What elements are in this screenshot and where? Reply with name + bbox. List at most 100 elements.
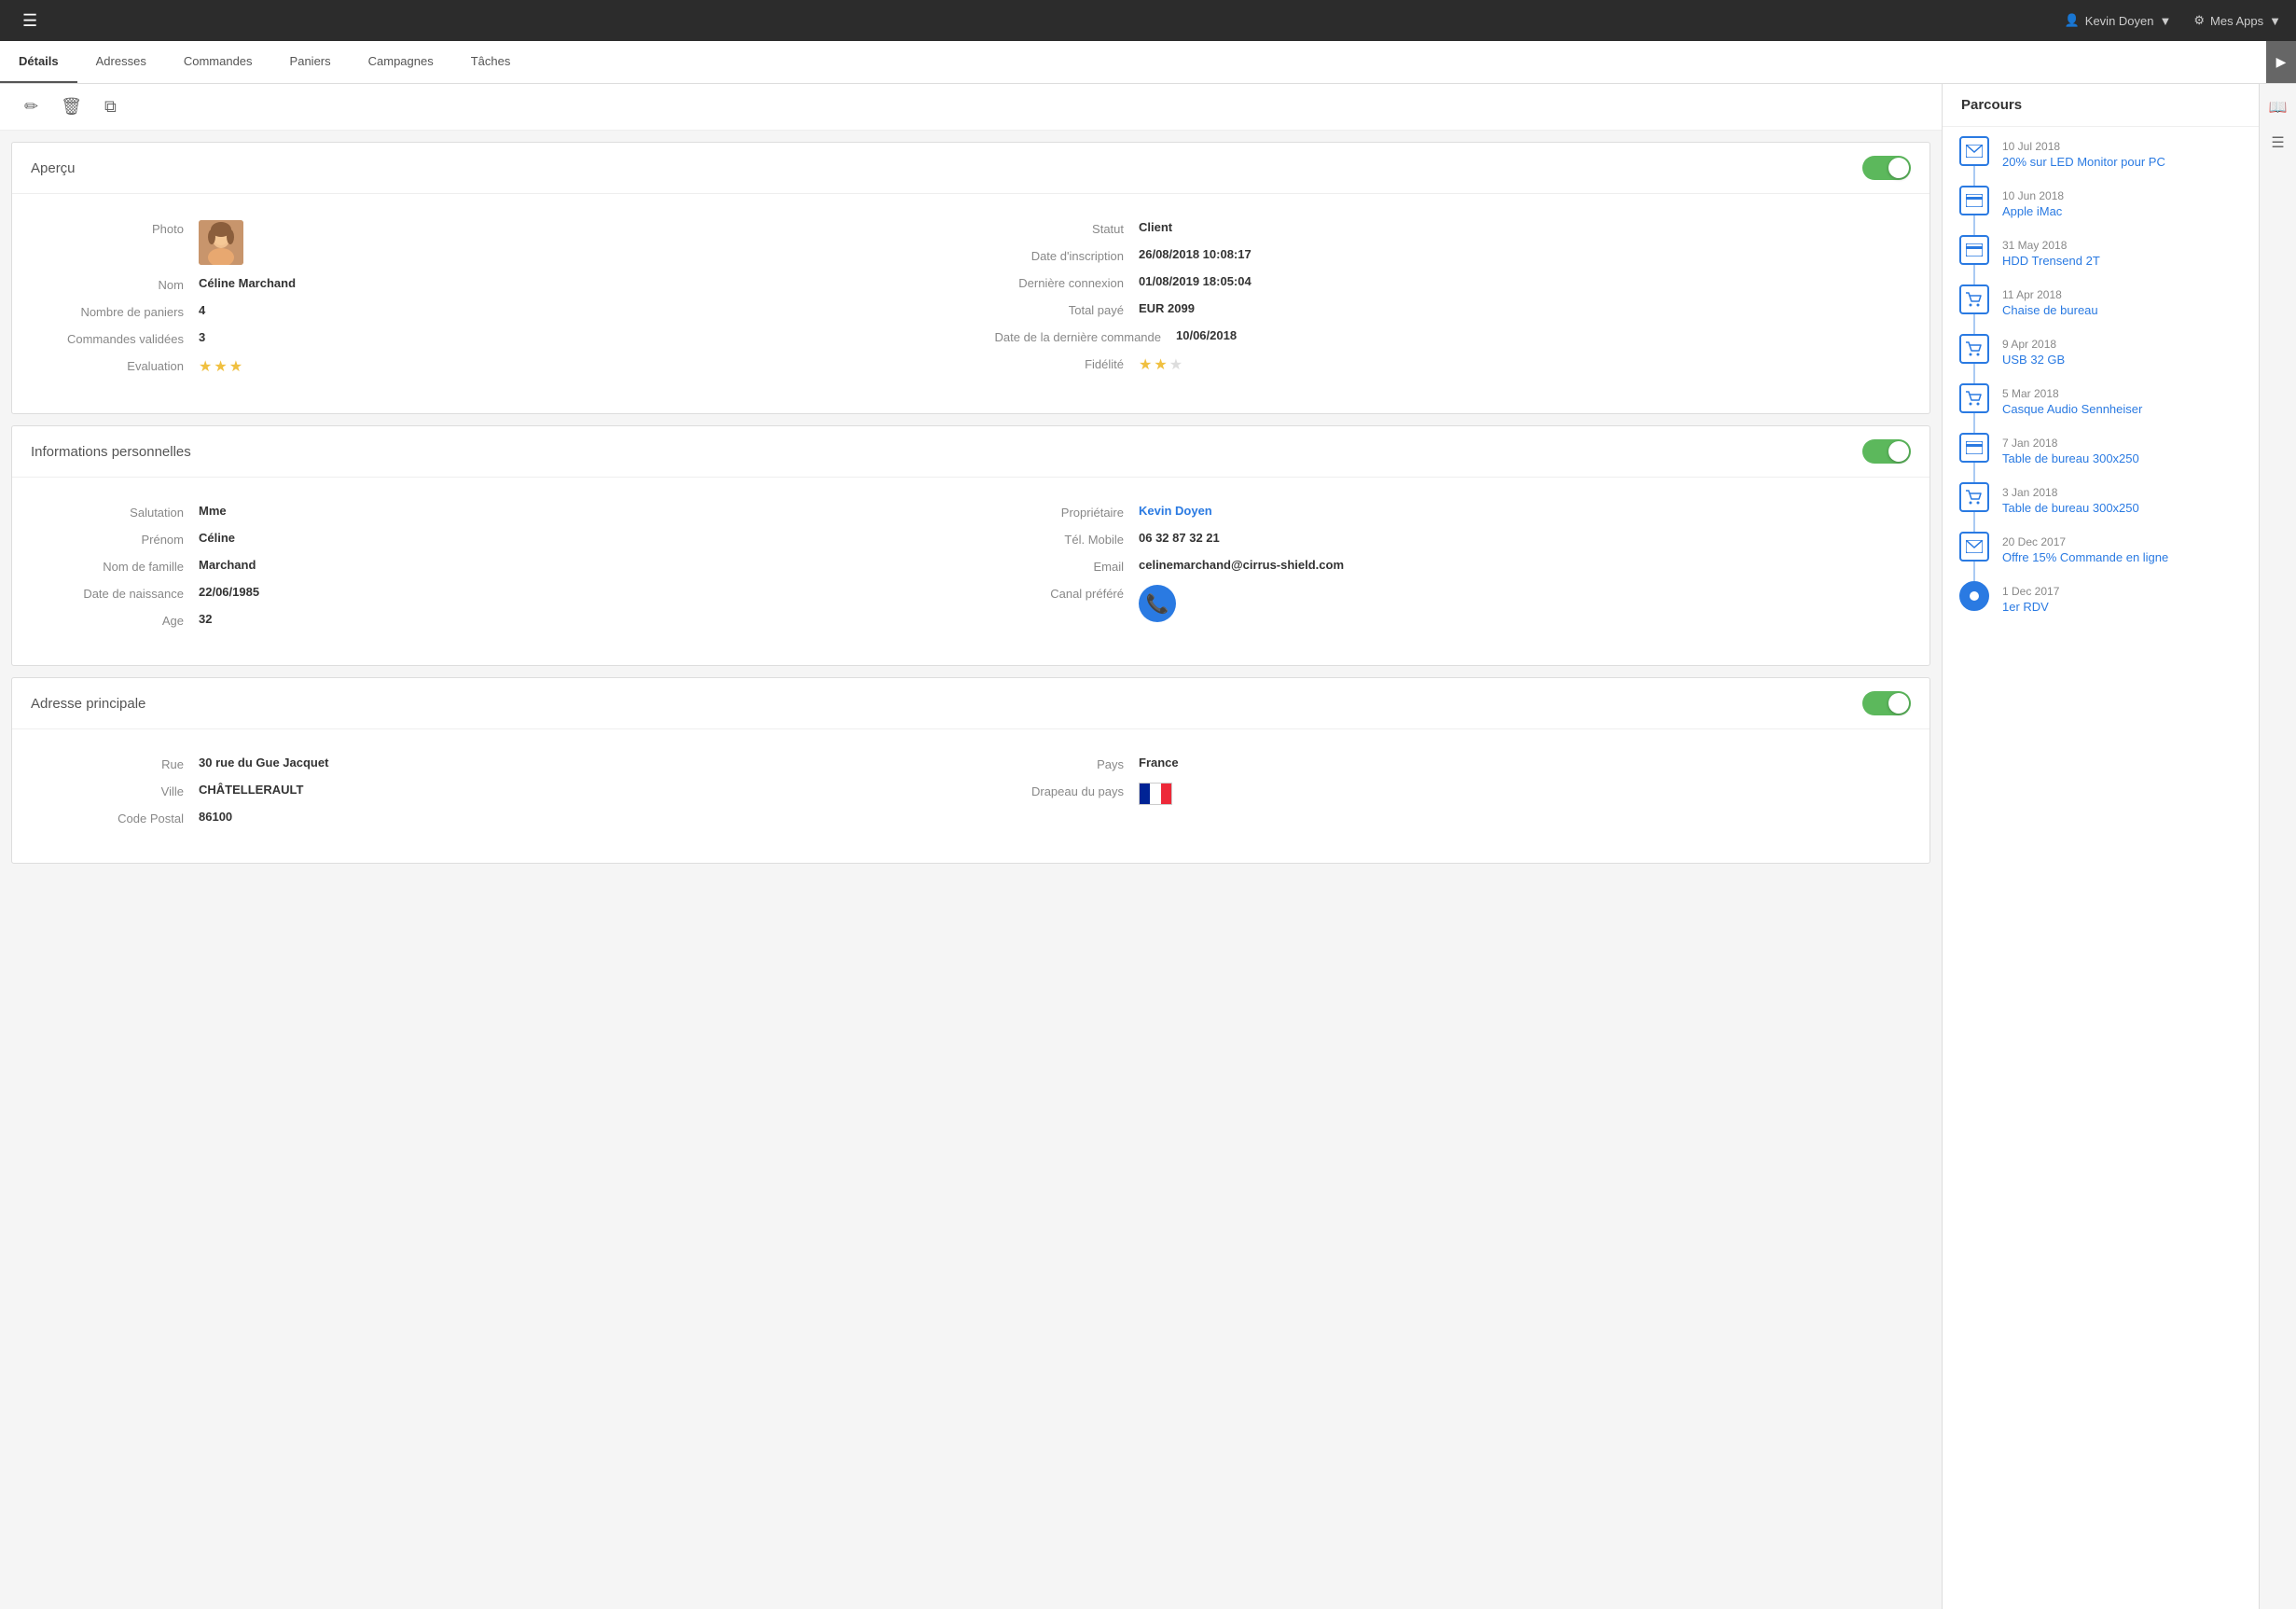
timeline-link[interactable]: 20% sur LED Monitor pour PC xyxy=(2002,155,2165,169)
canal-phone-icon: 📞 xyxy=(1139,585,1176,622)
cart-icon xyxy=(1959,334,1989,364)
timeline-left xyxy=(1957,136,1991,186)
commandes-label: Commandes validées xyxy=(49,330,199,346)
canal-row: Canal préféré 📞 xyxy=(989,585,1892,622)
timeline-link[interactable]: Apple iMac xyxy=(2002,204,2062,218)
proprietaire-row: Propriétaire Kevin Doyen xyxy=(989,504,1892,520)
timeline-link[interactable]: USB 32 GB xyxy=(2002,353,2065,367)
apercu-left: Photo xyxy=(31,213,971,395)
pays-row: Pays France xyxy=(989,756,1892,771)
date-commande-label: Date de la dernière commande xyxy=(989,328,1176,344)
evaluation-label: Evaluation xyxy=(49,357,199,373)
infos-perso-toggle[interactable] xyxy=(1862,439,1911,464)
timeline-left xyxy=(1957,532,1991,581)
list-icon-btn[interactable]: ☰ xyxy=(2264,129,2292,157)
prenom-value: Céline xyxy=(199,531,235,545)
tab-taches[interactable]: Tâches xyxy=(452,41,530,83)
timeline-date: 20 Dec 2017 xyxy=(2002,535,2168,548)
nom-famille-row: Nom de famille Marchand xyxy=(49,558,952,574)
apercu-right: Statut Client Date d'inscription 26/08/2… xyxy=(971,213,1911,395)
parcours-title: Parcours xyxy=(1961,97,2022,113)
timeline-link[interactable]: 1er RDV xyxy=(2002,600,2049,614)
fidelite-star-2: ★ xyxy=(1154,355,1167,374)
timeline-content: 9 Apr 2018 USB 32 GB xyxy=(2002,334,2065,383)
timeline-link[interactable]: Table de bureau 300x250 xyxy=(2002,501,2139,515)
user-icon: 👤 xyxy=(2065,13,2080,28)
timeline-content: 10 Jul 2018 20% sur LED Monitor pour PC xyxy=(2002,136,2165,186)
delete-button[interactable]: 🗑 xyxy=(55,93,88,120)
timeline-link[interactable]: Table de bureau 300x250 xyxy=(2002,451,2139,465)
nom-famille-value: Marchand xyxy=(199,558,256,572)
timeline: 10 Jul 2018 20% sur LED Monitor pour PC … xyxy=(1943,127,2259,640)
timeline-item: 1 Dec 2017 1er RDV xyxy=(1957,581,2244,631)
infos-perso-right: Propriétaire Kevin Doyen Tél. Mobile 06 … xyxy=(971,496,1911,646)
timeline-date: 10 Jun 2018 xyxy=(2002,189,2064,202)
apps-icon: ⚙ xyxy=(2193,13,2205,28)
timeline-content: 1 Dec 2017 1er RDV xyxy=(2002,581,2059,631)
timeline-item: 10 Jul 2018 20% sur LED Monitor pour PC xyxy=(1957,136,2244,186)
parcours-header: Parcours xyxy=(1943,84,2259,127)
tab-commandes[interactable]: Commandes xyxy=(165,41,271,83)
timeline-content: 10 Jun 2018 Apple iMac xyxy=(2002,186,2064,235)
total-label: Total payé xyxy=(989,301,1139,317)
adresse-toggle[interactable] xyxy=(1862,691,1911,715)
salutation-row: Salutation Mme xyxy=(49,504,952,520)
timeline-link[interactable]: Casque Audio Sennheiser xyxy=(2002,402,2142,416)
mobile-value: 06 32 87 32 21 xyxy=(1139,531,1220,545)
tab-paniers[interactable]: Paniers xyxy=(271,41,350,83)
evaluation-stars: ★ ★ ★ xyxy=(199,357,242,376)
apercu-toggle[interactable] xyxy=(1862,156,1911,180)
timeline-left xyxy=(1957,284,1991,334)
fidelite-star-3: ★ xyxy=(1169,355,1183,374)
timeline-left xyxy=(1957,482,1991,532)
adresse-header: Adresse principale xyxy=(12,678,1929,729)
pays-value: France xyxy=(1139,756,1179,770)
timeline-item: 5 Mar 2018 Casque Audio Sennheiser xyxy=(1957,383,2244,433)
flag-red xyxy=(1161,784,1171,804)
apercu-title: Aperçu xyxy=(31,160,76,176)
email-icon xyxy=(1959,532,1989,562)
email-icon xyxy=(1959,136,1989,166)
timeline-date: 11 Apr 2018 xyxy=(2002,288,2098,301)
tab-details[interactable]: Détails xyxy=(0,41,77,83)
ville-row: Ville CHÂTELLERAULT xyxy=(49,783,952,798)
timeline-item: 20 Dec 2017 Offre 15% Commande en ligne xyxy=(1957,532,2244,581)
age-label: Age xyxy=(49,612,199,628)
cart-icon xyxy=(1959,383,1989,413)
adresse-body: Rue 30 rue du Gue Jacquet Ville CHÂTELLE… xyxy=(12,729,1929,863)
timeline-left xyxy=(1957,383,1991,433)
timeline-left xyxy=(1957,235,1991,284)
star-1: ★ xyxy=(199,357,212,376)
salutation-value: Mme xyxy=(199,504,227,518)
rue-label: Rue xyxy=(49,756,199,771)
copy-button[interactable]: ⧉ xyxy=(99,93,122,120)
fidelite-star-1: ★ xyxy=(1139,355,1152,374)
tab-adresses[interactable]: Adresses xyxy=(77,41,165,83)
adresse-right: Pays France Drapeau du pays xyxy=(971,748,1911,844)
evaluation-row: Evaluation ★ ★ ★ xyxy=(49,357,952,376)
book-icon-btn[interactable]: 📖 xyxy=(2264,93,2292,121)
timeline-date: 10 Jul 2018 xyxy=(2002,140,2165,153)
email-label: Email xyxy=(989,558,1139,574)
timeline-link[interactable]: Offre 15% Commande en ligne xyxy=(2002,550,2168,564)
connexion-value: 01/08/2019 18:05:04 xyxy=(1139,274,1252,288)
apps-menu[interactable]: ⚙ Mes Apps ▼ xyxy=(2193,13,2281,28)
timeline-date: 9 Apr 2018 xyxy=(2002,338,2065,351)
canal-label: Canal préféré xyxy=(989,585,1139,601)
main-layout: ✏ 🗑 ⧉ Aperçu Photo xyxy=(0,84,2296,1609)
hamburger-button[interactable]: ☰ xyxy=(15,7,45,35)
tab-arrow[interactable]: ▶ xyxy=(2266,41,2296,83)
email-value: celinemarchand@cirrus-shield.com xyxy=(1139,558,1344,572)
edit-button[interactable]: ✏ xyxy=(19,93,44,120)
toolbar: ✏ 🗑 ⧉ xyxy=(0,84,1942,131)
commandes-value: 3 xyxy=(199,330,205,344)
timeline-link[interactable]: Chaise de bureau xyxy=(2002,303,2098,317)
content-area: ✏ 🗑 ⧉ Aperçu Photo xyxy=(0,84,1942,1609)
date-commande-value: 10/06/2018 xyxy=(1176,328,1237,342)
nom-row: Nom Céline Marchand xyxy=(49,276,952,292)
tab-campagnes[interactable]: Campagnes xyxy=(350,41,452,83)
paniers-value: 4 xyxy=(199,303,205,317)
user-menu[interactable]: 👤 Kevin Doyen ▼ xyxy=(2065,13,2172,28)
timeline-link[interactable]: HDD Trensend 2T xyxy=(2002,254,2100,268)
user-chevron-icon: ▼ xyxy=(2160,14,2172,28)
